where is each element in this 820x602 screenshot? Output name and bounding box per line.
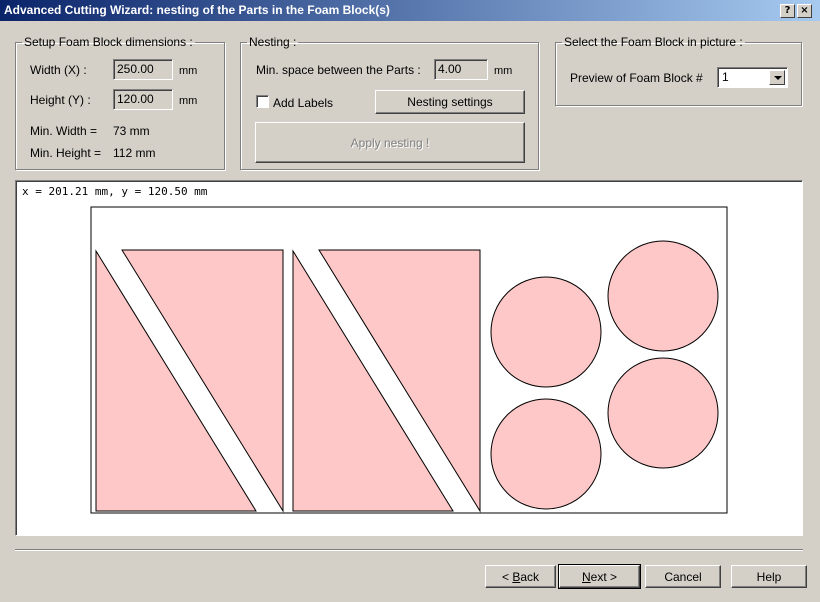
circle-part[interactable]	[607, 357, 719, 469]
next-accel: N	[581, 569, 591, 584]
add-labels-checkbox[interactable]	[256, 95, 269, 108]
chevron-down-icon[interactable]	[769, 70, 785, 85]
min-width-label: Min. Width =	[30, 124, 98, 138]
nesting-group-legend: Nesting :	[249, 35, 297, 49]
width-unit: mm	[179, 65, 198, 77]
nesting-canvas[interactable]	[16, 181, 802, 535]
apply-nesting-button[interactable]: Apply nesting !	[255, 122, 525, 163]
height-input[interactable]: 120.00	[113, 89, 173, 110]
foam-block-select[interactable]: 1	[717, 67, 788, 88]
help-icon[interactable]: ?	[780, 4, 795, 18]
next-button[interactable]: Next >	[558, 564, 641, 589]
min-height-value: 112 mm	[113, 146, 156, 160]
width-input[interactable]: 250.00	[113, 59, 173, 80]
back-rest: ack	[520, 569, 540, 584]
min-space-label: Min. space between the Parts :	[256, 63, 421, 77]
min-space-unit: mm	[494, 65, 513, 77]
add-labels-label[interactable]: Add Labels	[273, 96, 333, 110]
footer-separator	[15, 549, 803, 551]
circle-part[interactable]	[490, 276, 602, 388]
back-button[interactable]: < Back	[485, 565, 556, 588]
close-icon[interactable]: ×	[797, 4, 812, 18]
height-unit: mm	[179, 95, 198, 107]
min-height-label: Min. Height =	[30, 146, 102, 160]
back-prefix: <	[501, 569, 513, 584]
preview-block-label: Preview of Foam Block #	[570, 71, 703, 85]
min-space-input[interactable]: 4.00	[434, 59, 488, 80]
width-label: Width (X) :	[30, 63, 87, 77]
circle-part[interactable]	[607, 240, 719, 352]
next-rest: ext >	[590, 569, 618, 584]
window-title: Advanced Cutting Wizard: nesting of the …	[4, 3, 390, 17]
circle-part[interactable]	[490, 398, 602, 510]
cancel-button[interactable]: Cancel	[645, 565, 721, 588]
setup-group-legend: Setup Foam Block dimensions :	[24, 35, 193, 49]
select-group-legend: Select the Foam Block in picture :	[564, 35, 743, 49]
foam-block-preview[interactable]: x = 201.21 mm, y = 120.50 mm	[15, 180, 803, 536]
nesting-settings-button[interactable]: Nesting settings	[375, 90, 525, 114]
help-button[interactable]: Help	[731, 565, 807, 588]
height-label: Height (Y) :	[30, 93, 91, 107]
min-width-value: 73 mm	[113, 124, 150, 138]
title-bar: Advanced Cutting Wizard: nesting of the …	[0, 0, 820, 22]
foam-block-select-value: 1	[722, 70, 729, 84]
